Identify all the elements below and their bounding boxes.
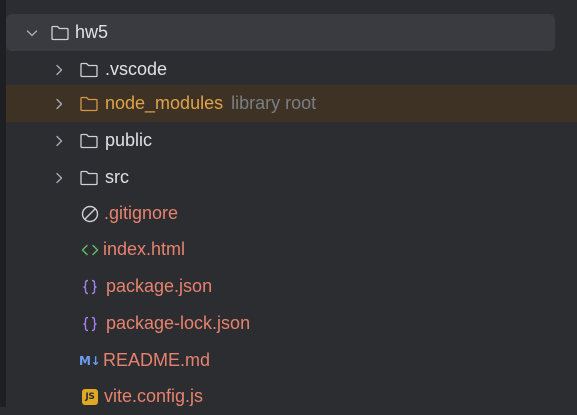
folder-icon <box>50 24 70 42</box>
project-tree-panel: hw5 .vscode node_modules library root pu… <box>0 0 577 407</box>
chevron-right-icon[interactable] <box>51 62 67 78</box>
tree-item-label: .gitignore <box>104 203 179 223</box>
tree-item-node-modules[interactable]: node_modules library root <box>6 85 577 122</box>
tree-item-label: package-lock.json <box>106 313 251 333</box>
tree-item-label: node_modules <box>105 93 224 113</box>
tree-item-readme-md[interactable]: M↓ README.md <box>6 342 577 379</box>
tree-item-label: public <box>105 130 153 150</box>
markdown-icon: M↓ <box>79 353 101 368</box>
json-icon <box>80 277 100 297</box>
javascript-icon: JS <box>82 388 98 405</box>
tree-item-src[interactable]: src <box>6 159 577 196</box>
tree-item-label: .vscode <box>105 59 168 79</box>
folder-icon <box>79 95 99 113</box>
folder-icon <box>79 132 99 150</box>
folder-icon <box>79 61 99 79</box>
tree-item-label: package.json <box>106 276 213 296</box>
tree-item-vscode[interactable]: .vscode <box>6 51 577 88</box>
tree-item-label: src <box>105 167 129 187</box>
json-icon <box>80 314 100 334</box>
tree-item-package-lock-json[interactable]: package-lock.json <box>6 305 577 342</box>
chevron-right-icon[interactable] <box>51 133 67 149</box>
html-icon <box>80 241 100 259</box>
chevron-right-icon[interactable] <box>51 170 67 186</box>
tree-item-label: README.md <box>103 350 211 370</box>
tree-item-index-html[interactable]: index.html <box>6 231 577 268</box>
chevron-down-icon[interactable] <box>24 25 40 41</box>
tree-item-vite-config-js[interactable]: JS vite.config.js <box>6 378 577 415</box>
library-root-hint: library root <box>231 93 317 113</box>
tree-item-package-json[interactable]: package.json <box>6 268 577 305</box>
tree-item-public[interactable]: public <box>6 122 577 159</box>
tree-item-label: hw5 <box>75 22 109 42</box>
gitignore-icon <box>80 204 100 224</box>
tree-item-gitignore[interactable]: .gitignore <box>6 195 577 232</box>
tree-item-label: index.html <box>103 239 186 259</box>
chevron-right-icon[interactable] <box>51 96 67 112</box>
folder-icon <box>79 169 99 187</box>
tree-item-hw5[interactable]: hw5 <box>6 14 555 51</box>
tree-item-label: vite.config.js <box>104 386 204 406</box>
